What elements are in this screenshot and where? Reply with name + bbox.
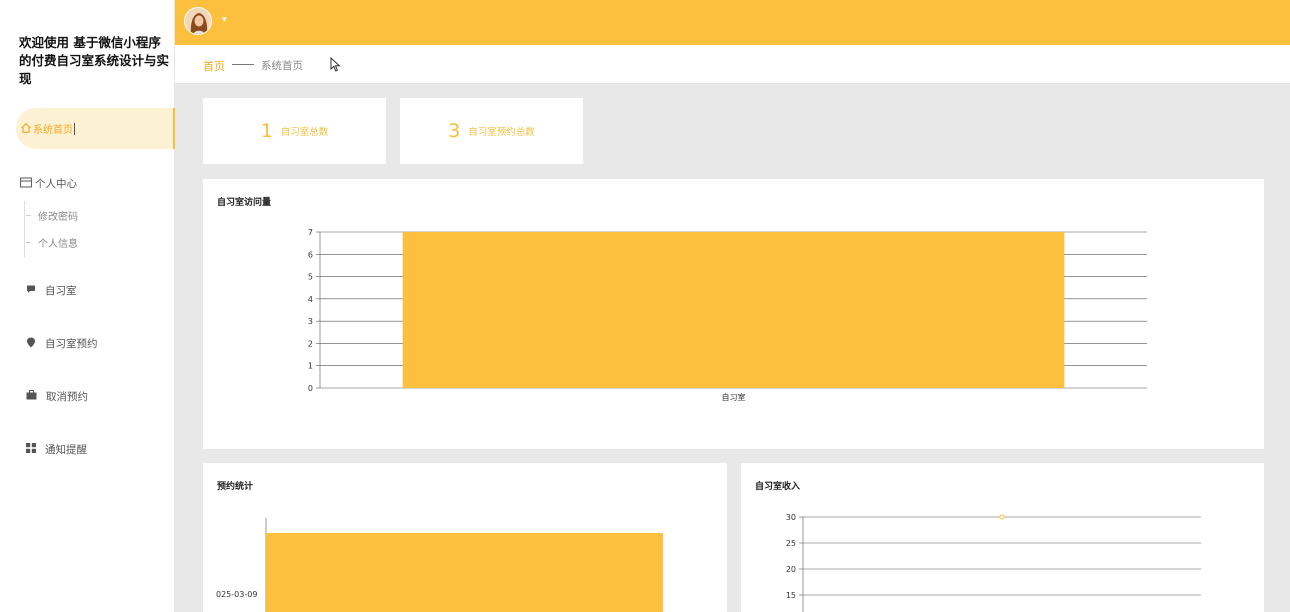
chart-panel-income: 自习室收入 30 25 20 15 xyxy=(741,463,1264,612)
chart-panel-reservations: 预约统计 025-03-09 xyxy=(203,463,727,612)
y-tick-label: 025-03-09 xyxy=(216,590,257,599)
bar xyxy=(402,232,1065,388)
y-tick-label: 6 xyxy=(308,250,313,259)
y-tick-label: 4 xyxy=(308,295,313,304)
breadcrumb-current: 系统首页 xyxy=(261,60,303,72)
breadcrumb: 首页 系统首页 xyxy=(175,45,1290,84)
stat-value: 3 xyxy=(448,120,461,142)
y-tick-label: 25 xyxy=(786,539,796,548)
sidebar-item-label: 通知提醒 xyxy=(45,444,87,456)
sidebar-item-label: 系统首页 xyxy=(33,125,73,136)
mouse-pointer-icon xyxy=(330,57,341,72)
y-tick-label: 5 xyxy=(308,273,313,282)
submenu-dash xyxy=(26,242,31,243)
breadcrumb-home[interactable]: 首页 xyxy=(203,58,225,74)
chat-icon xyxy=(26,284,36,297)
stat-label: 自习室预约总数 xyxy=(468,127,535,138)
home-icon xyxy=(20,119,32,138)
sidebar-item-label: 自习室预约 xyxy=(45,338,98,350)
sidebar-item-label: 个人中心 xyxy=(35,178,77,190)
sidebar-item-personal-center[interactable]: 个人中心 xyxy=(20,176,77,191)
sidebar-subitem-label: 修改密码 xyxy=(38,212,78,223)
sidebar: 欢迎使用 基于微信小程序的付费自习室系统设计与实现 系统首页 个人中心 修改密码… xyxy=(0,0,175,612)
sidebar-item-reservation[interactable]: 自习室预约 xyxy=(26,336,98,351)
briefcase-icon xyxy=(26,390,37,403)
sidebar-item-label: 取消预约 xyxy=(46,391,88,403)
text-caret xyxy=(74,122,75,135)
stat-card-room-total: 1 自习室总数 xyxy=(203,98,386,164)
stat-card-reservation-total: 3 自习室预约总数 xyxy=(400,98,583,164)
location-pin-icon xyxy=(26,337,36,351)
y-tick-label: 30 xyxy=(786,513,796,522)
sidebar-item-notifications[interactable]: 通知提醒 xyxy=(26,442,87,457)
y-tick-label: 20 xyxy=(786,565,796,574)
income-chart: 30 25 20 15 xyxy=(786,513,1201,612)
y-tick-label: 3 xyxy=(308,317,313,326)
submenu-dash xyxy=(26,215,31,216)
chevron-down-icon[interactable]: ▾ xyxy=(222,15,227,25)
bar xyxy=(266,533,663,612)
sidebar-item-home[interactable]: 系统首页 xyxy=(16,108,175,149)
sidebar-item-cancel-reservation[interactable]: 取消预约 xyxy=(26,389,88,404)
sidebar-subitem-change-password[interactable]: 修改密码 xyxy=(26,208,78,223)
submenu-rail xyxy=(24,201,25,257)
y-tick-label: 1 xyxy=(308,362,313,371)
breadcrumb-separator xyxy=(232,64,254,65)
visits-chart: 0 1 2 3 4 5 6 7 自习室 xyxy=(308,228,1147,402)
chart-panel-visits: 自习室访问量 0 1 2 3 4 5 6 7 自习室 xyxy=(203,179,1264,449)
reservation-chart: 025-03-09 xyxy=(216,518,663,612)
id-card-icon xyxy=(20,177,32,191)
top-bar: ▾ xyxy=(175,0,1290,45)
sidebar-item-label: 自习室 xyxy=(45,285,77,297)
y-tick-label: 0 xyxy=(308,384,313,393)
user-avatar[interactable] xyxy=(184,7,212,35)
grid-icon xyxy=(26,443,36,456)
stat-value: 1 xyxy=(260,120,273,142)
data-point xyxy=(999,514,1005,520)
y-tick-label: 15 xyxy=(786,591,796,600)
app-title: 欢迎使用 基于微信小程序的付费自习室系统设计与实现 xyxy=(19,35,170,86)
stat-label: 自习室总数 xyxy=(280,127,329,138)
sidebar-subitem-personal-info[interactable]: 个人信息 xyxy=(26,235,78,250)
x-tick-label: 自习室 xyxy=(722,392,746,402)
y-tick-label: 2 xyxy=(308,339,313,348)
sidebar-subitem-label: 个人信息 xyxy=(38,239,78,250)
sidebar-item-study-room[interactable]: 自习室 xyxy=(26,283,77,298)
y-tick-label: 7 xyxy=(308,228,313,237)
